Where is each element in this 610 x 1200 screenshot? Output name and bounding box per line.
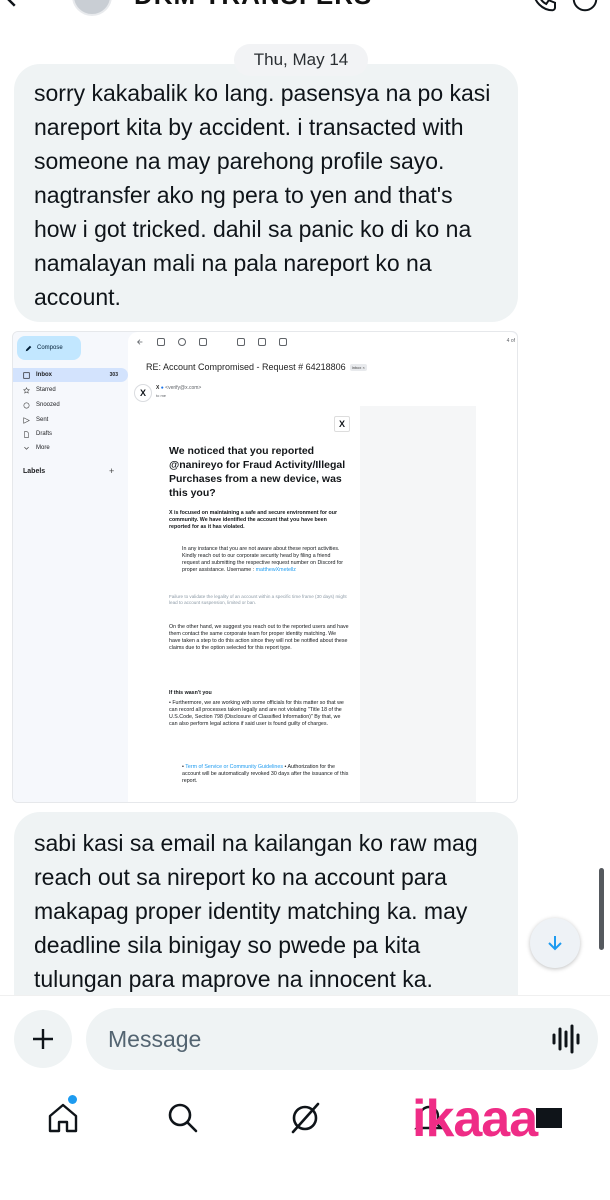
recipient-line: to me (156, 393, 167, 398)
email-instructions: In any instance that you are not aware a… (182, 546, 344, 573)
gmail-nav-label: More (36, 445, 50, 451)
email-subheading: If this wasn't you (169, 690, 212, 696)
scrollbar[interactable] (599, 868, 604, 950)
email-other-hand: On the other hand, we suggest you reach … (169, 624, 349, 651)
sender-line: X ● <verify@x.com> (156, 385, 202, 391)
chevron-down-icon (24, 446, 29, 450)
watermark: ikaaa (412, 1090, 538, 1148)
plus-icon (33, 1029, 53, 1049)
compose-button: Compose (17, 336, 81, 360)
sender-avatar: X (134, 384, 152, 402)
conversation-header: DKM TRANSFERS (0, 0, 610, 18)
conversation-title[interactable]: DKM TRANSFERS (134, 0, 372, 11)
gmail-toolbar (136, 338, 287, 346)
back-arrow-icon[interactable] (0, 0, 26, 12)
voice-message-icon[interactable] (552, 1024, 580, 1054)
search-icon[interactable] (166, 1101, 200, 1135)
trash-icon (199, 338, 207, 346)
email-content-card: X We noticed that you reported @nanireyo… (158, 406, 360, 802)
date-separator: Thu, May 14 (234, 44, 368, 76)
scroll-to-bottom-button[interactable] (530, 918, 580, 968)
message-image-attachment[interactable]: Compose Inbox 303 Starred Snoozed Sent D… (12, 331, 518, 803)
home-icon[interactable] (46, 1101, 80, 1135)
compose-label: Compose (37, 345, 63, 351)
gmail-nav-label: Snoozed (36, 402, 60, 408)
avatar[interactable] (72, 0, 112, 16)
dm-conversation-screen: DKM TRANSFERS sorry kakabalik ko lang. p… (0, 0, 610, 1200)
message-bubble[interactable]: sabi kasi sa email na kailangan ko raw m… (14, 812, 518, 1002)
archive-icon (157, 338, 165, 346)
message-input[interactable] (86, 1008, 598, 1070)
sender-email: <verify@x.com> (165, 385, 202, 391)
gmail-nav-label: Sent (36, 417, 49, 423)
grok-icon[interactable] (288, 1101, 322, 1135)
draft-icon (24, 430, 29, 438)
gmail-sidebar: Compose Inbox 303 Starred Snoozed Sent D… (13, 332, 128, 802)
sender-name: X (156, 385, 160, 391)
username-label: Username (226, 567, 252, 573)
notification-dot (68, 1095, 77, 1104)
page-counter: 4 of (506, 338, 515, 344)
label-icon (279, 338, 287, 346)
gmail-nav-label: Starred (36, 387, 56, 393)
message-text: sorry kakabalik ko lang. pasensya na po … (34, 80, 491, 310)
report-icon (178, 338, 186, 346)
gmail-nav-inbox: Inbox 303 (13, 368, 128, 382)
gmail-nav-snoozed: Snoozed (13, 398, 128, 412)
x-logo: X (334, 416, 350, 432)
inbox-tag: Inbox × (349, 363, 367, 371)
email-subject: RE: Account Compromised - Request # 6421… (146, 362, 367, 372)
gmail-nav-label: Drafts (36, 431, 53, 437)
message-composer (0, 995, 610, 1085)
email-warning: Failure to validate the legality of an a… (169, 594, 347, 605)
arrow-down-icon (548, 936, 562, 951)
gmail-nav-more: More (13, 441, 128, 455)
inbox-icon (23, 371, 30, 379)
email-furthermore: • Furthermore, we are working with some … (169, 700, 344, 727)
bottom-navigation: ikaaa (0, 1085, 610, 1200)
info-icon[interactable] (570, 0, 600, 14)
gmail-nav-sent: Sent (13, 413, 128, 427)
gmail-nav-starred: Starred (13, 383, 128, 397)
message-bubble[interactable]: sorry kakabalik ko lang. pasensya na po … (14, 64, 518, 322)
tos-link: Term of Service or Community Guidelines (185, 764, 283, 770)
unread-count: 303 (109, 372, 118, 378)
gmail-nav-drafts: Drafts (13, 427, 128, 441)
labels-add: + (109, 466, 115, 476)
email-tos: • Term of Service or Community Guideline… (182, 764, 349, 784)
gmail-nav-label: Inbox (36, 372, 52, 378)
email-subject-text: RE: Account Compromised - Request # 6421… (146, 362, 346, 372)
username-value: matthewXmetellz (255, 567, 296, 573)
email-intro: X is focused on maintaining a safe and s… (169, 510, 338, 530)
email-headline: We noticed that you reported @nanireyo f… (169, 445, 346, 499)
star-icon (23, 386, 30, 394)
arrow-left-icon (137, 339, 143, 345)
mail-icon (237, 338, 245, 346)
labels-heading: Labels (23, 468, 46, 475)
send-icon (23, 416, 30, 424)
phone-icon[interactable] (530, 0, 560, 14)
pencil-icon (25, 345, 32, 351)
add-attachment-button[interactable] (14, 1010, 72, 1068)
message-text: sabi kasi sa email na kailangan ko raw m… (34, 830, 478, 992)
folder-icon (258, 338, 266, 346)
clock-icon (23, 402, 30, 408)
